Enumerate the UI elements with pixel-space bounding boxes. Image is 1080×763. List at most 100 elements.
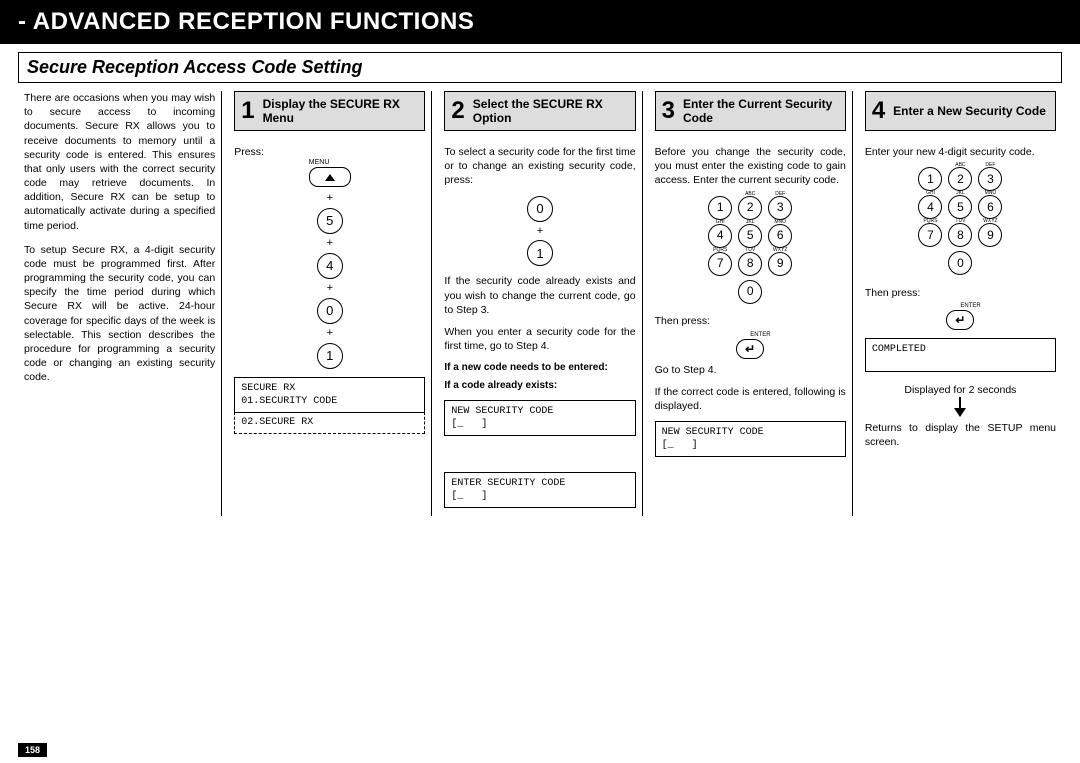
key-letters: TUV [745, 247, 755, 254]
key-letters: DEF [775, 191, 785, 198]
step2-b2: If a code already exists: [444, 379, 635, 393]
enter-label: ENTER [750, 331, 770, 339]
keypad-key-7: 7PQRS [708, 252, 732, 276]
key-letters: PQRS [713, 247, 727, 254]
intro-p2: To setup Secure RX, a 4-digit security c… [24, 243, 215, 385]
key-letters: WXYZ [773, 247, 787, 254]
plus-icon: + [327, 326, 333, 341]
key-letters: WXYZ [983, 218, 997, 225]
intro-p1: There are occasions when you may wish to… [24, 91, 215, 233]
step3-then-press: Then press: [655, 314, 846, 328]
step4-p2: Displayed for 2 seconds [865, 383, 1056, 397]
keypad: 12ABC3DEF 4GHI5JKL6MNO 7PQRS8TUV9WXYZ0 [655, 196, 846, 304]
key-1: 1 [317, 343, 343, 369]
step4-header: 4 Enter a New Security Code [865, 91, 1056, 131]
arrow-down-icon [954, 408, 966, 417]
keypad-key-0: 0 [948, 251, 972, 275]
step4-num: 4 [872, 99, 885, 123]
keypad-key-5: 5JKL [948, 195, 972, 219]
plus-icon: + [537, 224, 543, 239]
key-letters: MNO [985, 190, 997, 197]
step3-p2: Go to Step 4. [655, 363, 846, 377]
keypad-key-2: 2ABC [738, 196, 762, 220]
keypad-key-8: 8TUV [948, 223, 972, 247]
step1-lcd-a: SECURE RX 01.SECURITY CODE [234, 377, 425, 413]
step2-num: 2 [451, 99, 464, 123]
step4-lcd-a: COMPLETED [865, 338, 1056, 372]
key-letters: TUV [955, 218, 965, 225]
keypad-key-0: 0 [738, 280, 762, 304]
step1-title: Display the SECURE RX Menu [263, 97, 419, 126]
step2-b1: If a new code needs to be entered: [444, 361, 635, 375]
plus-icon: + [327, 236, 333, 251]
keypad-key-1: 1 [918, 167, 942, 191]
keypad-key-9: 9WXYZ [978, 223, 1002, 247]
enter-button: ↵ [736, 339, 764, 359]
key-0: 0 [317, 298, 343, 324]
key-letters: ABC [955, 162, 965, 169]
step4-p1: Enter your new 4-digit security code. [865, 145, 1056, 159]
key-letters: GHI [716, 219, 725, 226]
step4-p3: Returns to display the SETUP menu screen… [865, 421, 1056, 449]
page-number: 158 [18, 743, 47, 757]
step2-header: 2 Select the SECURE RX Option [444, 91, 635, 131]
keypad: 12ABC3DEF 4GHI5JKL6MNO 7PQRS8TUV9WXYZ0 [865, 167, 1056, 275]
plus-icon: + [327, 281, 333, 296]
enter-icon: ↵ [745, 341, 755, 357]
keypad-key-6: 6MNO [768, 224, 792, 248]
key-letters: JKL [956, 190, 965, 197]
keypad-key-5: 5JKL [738, 224, 762, 248]
step3-p3: If the correct code is entered, followin… [655, 385, 846, 413]
keypad-key-3: 3DEF [768, 196, 792, 220]
header-bar: - ADVANCED RECEPTION FUNCTIONS [0, 0, 1080, 44]
step1-lcd-b: 02.SECURE RX [234, 412, 425, 434]
key-letters: DEF [985, 162, 995, 169]
keypad-key-3: 3DEF [978, 167, 1002, 191]
enter-label: ENTER [960, 302, 980, 310]
step1-header: 1 Display the SECURE RX Menu [234, 91, 425, 131]
keypad-key-7: 7PQRS [918, 223, 942, 247]
arrow-up-icon [325, 174, 335, 181]
intro-column: There are occasions when you may wish to… [18, 91, 221, 516]
step2-title: Select the SECURE RX Option [473, 97, 629, 126]
menu-up-button [309, 167, 351, 187]
keypad-key-8: 8TUV [738, 252, 762, 276]
step4-then-press: Then press: [865, 286, 1056, 300]
keypad-key-2: 2ABC [948, 167, 972, 191]
step3-num: 3 [662, 99, 675, 123]
plus-icon: + [327, 191, 333, 206]
step1-press: Press: [234, 145, 425, 159]
step1-column: 1 Display the SECURE RX Menu Press: MENU… [221, 91, 431, 516]
keypad-key-4: 4GHI [708, 224, 732, 248]
key-0: 0 [527, 196, 553, 222]
keypad-key-4: 4GHI [918, 195, 942, 219]
step2-column: 2 Select the SECURE RX Option To select … [431, 91, 641, 516]
key-4: 4 [317, 253, 343, 279]
key-letters: MNO [774, 219, 786, 226]
key-1: 1 [527, 240, 553, 266]
step2-p2: If the security code already exists and … [444, 274, 635, 317]
step2-lcd-a: NEW SECURITY CODE [_ ] [444, 400, 635, 436]
step2-p3: When you enter a security code for the f… [444, 325, 635, 353]
key-5: 5 [317, 208, 343, 234]
keypad-key-1: 1 [708, 196, 732, 220]
step2-lcd-b: ENTER SECURITY CODE [_ ] [444, 472, 635, 508]
subtitle-bar: Secure Reception Access Code Setting [18, 52, 1062, 83]
step3-header: 3 Enter the Current Security Code [655, 91, 846, 131]
key-letters: PQRS [923, 218, 937, 225]
key-letters: JKL [746, 219, 755, 226]
key-letters: ABC [745, 191, 755, 198]
enter-icon: ↵ [955, 312, 965, 328]
key-letters: GHI [926, 190, 935, 197]
step2-p1: To select a security code for the first … [444, 145, 635, 188]
step3-lcd-a: NEW SECURITY CODE [_ ] [655, 421, 846, 457]
step3-title: Enter the Current Security Code [683, 97, 839, 126]
step4-column: 4 Enter a New Security Code Enter your n… [852, 91, 1062, 516]
keypad-key-6: 6MNO [978, 195, 1002, 219]
step3-column: 3 Enter the Current Security Code Before… [642, 91, 852, 516]
step3-p1: Before you change the security code, you… [655, 145, 846, 188]
step4-title: Enter a New Security Code [893, 104, 1046, 118]
enter-button: ↵ [946, 310, 974, 330]
step1-num: 1 [241, 99, 254, 123]
keypad-key-9: 9WXYZ [768, 252, 792, 276]
